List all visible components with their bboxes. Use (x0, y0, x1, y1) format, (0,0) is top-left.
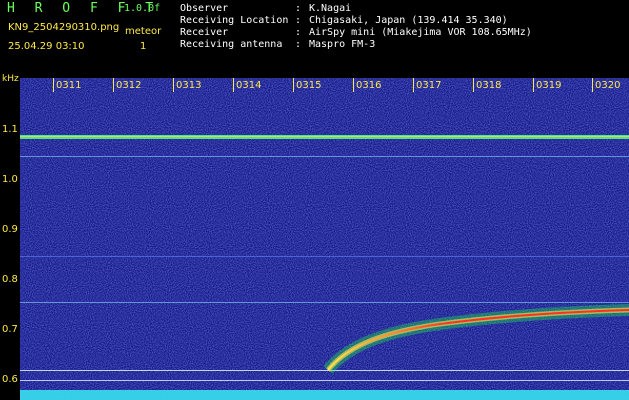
header-panel: H R O F F T 1.0.0f KN9_2504290310.png 25… (0, 0, 629, 60)
spectrogram-svg (20, 78, 629, 400)
x-tick (413, 78, 414, 92)
meteor-count: 1 (140, 41, 147, 52)
x-tick (173, 78, 174, 92)
x-tick (53, 78, 54, 92)
meta-row-location: Receiving Location : Chigasaki, Japan (1… (180, 15, 532, 27)
line-0.76 (20, 302, 629, 303)
x-tick (113, 78, 114, 92)
image-filename: KN9_2504290310.png (8, 22, 120, 33)
meta-key: Receiving Location (180, 15, 289, 26)
meta-separator: : (295, 27, 302, 38)
meta-value: K.Nagai (309, 3, 352, 14)
x-tick-label: 0315 (296, 80, 322, 91)
x-tick (592, 78, 593, 92)
y-tick-label: 0.6 (2, 374, 18, 385)
meteor-label: meteor (125, 26, 162, 37)
meta-value: Maspro FM-3 (309, 39, 376, 50)
x-tick (353, 78, 354, 92)
x-tick (533, 78, 534, 92)
x-tick-label: 0312 (116, 80, 142, 91)
meta-key: Receiving antenna (180, 39, 283, 50)
x-tick-label: 0319 (536, 80, 562, 91)
app-version: 1.0.0f (124, 3, 161, 14)
meta-key: Observer (180, 3, 229, 14)
line-1.05 (20, 156, 629, 157)
x-tick-label: 0311 (56, 80, 82, 91)
x-tick-label: 0314 (236, 80, 262, 91)
timestamp: 25.04.29 03:10 (8, 41, 85, 52)
meta-key: Receiver (180, 27, 229, 38)
baseline-band (20, 390, 629, 400)
line-0.60 (20, 380, 629, 381)
station-metadata: Observer : K.Nagai Receiving Location : … (180, 3, 532, 51)
x-tick (233, 78, 234, 92)
y-tick-label: 0.8 (2, 274, 18, 285)
y-tick-label: 0.9 (2, 224, 18, 235)
meta-separator: : (295, 15, 302, 26)
y-tick-label: 1.0 (2, 174, 18, 185)
meta-value: Chigasaki, Japan (139.414 35.340) (309, 15, 508, 26)
noise-texture (20, 78, 629, 400)
carrier-core (20, 136, 629, 137)
meta-value: AirSpy mini (Miakejima VOR 108.65MHz) (309, 27, 532, 38)
x-tick-label: 0320 (595, 80, 621, 91)
line-0.62 (20, 370, 629, 371)
meta-row-receiver: Receiver : AirSpy mini (Miakejima VOR 10… (180, 27, 532, 39)
x-tick-label: 0313 (176, 80, 202, 91)
x-tick-label: 0317 (416, 80, 442, 91)
meta-row-antenna: Receiving antenna : Maspro FM-3 (180, 39, 532, 51)
line-0.85 (20, 256, 629, 257)
y-tick-label: 1.1 (2, 124, 18, 135)
x-tick (293, 78, 294, 92)
spectrogram-plot[interactable] (20, 78, 629, 400)
meta-row-observer: Observer : K.Nagai (180, 3, 532, 15)
y-axis-unit: kHz (2, 74, 19, 84)
meta-separator: : (295, 3, 302, 14)
y-tick-label: 0.7 (2, 324, 18, 335)
x-tick-label: 0318 (476, 80, 502, 91)
meta-separator: : (295, 39, 302, 50)
x-tick (473, 78, 474, 92)
x-tick-label: 0316 (356, 80, 382, 91)
